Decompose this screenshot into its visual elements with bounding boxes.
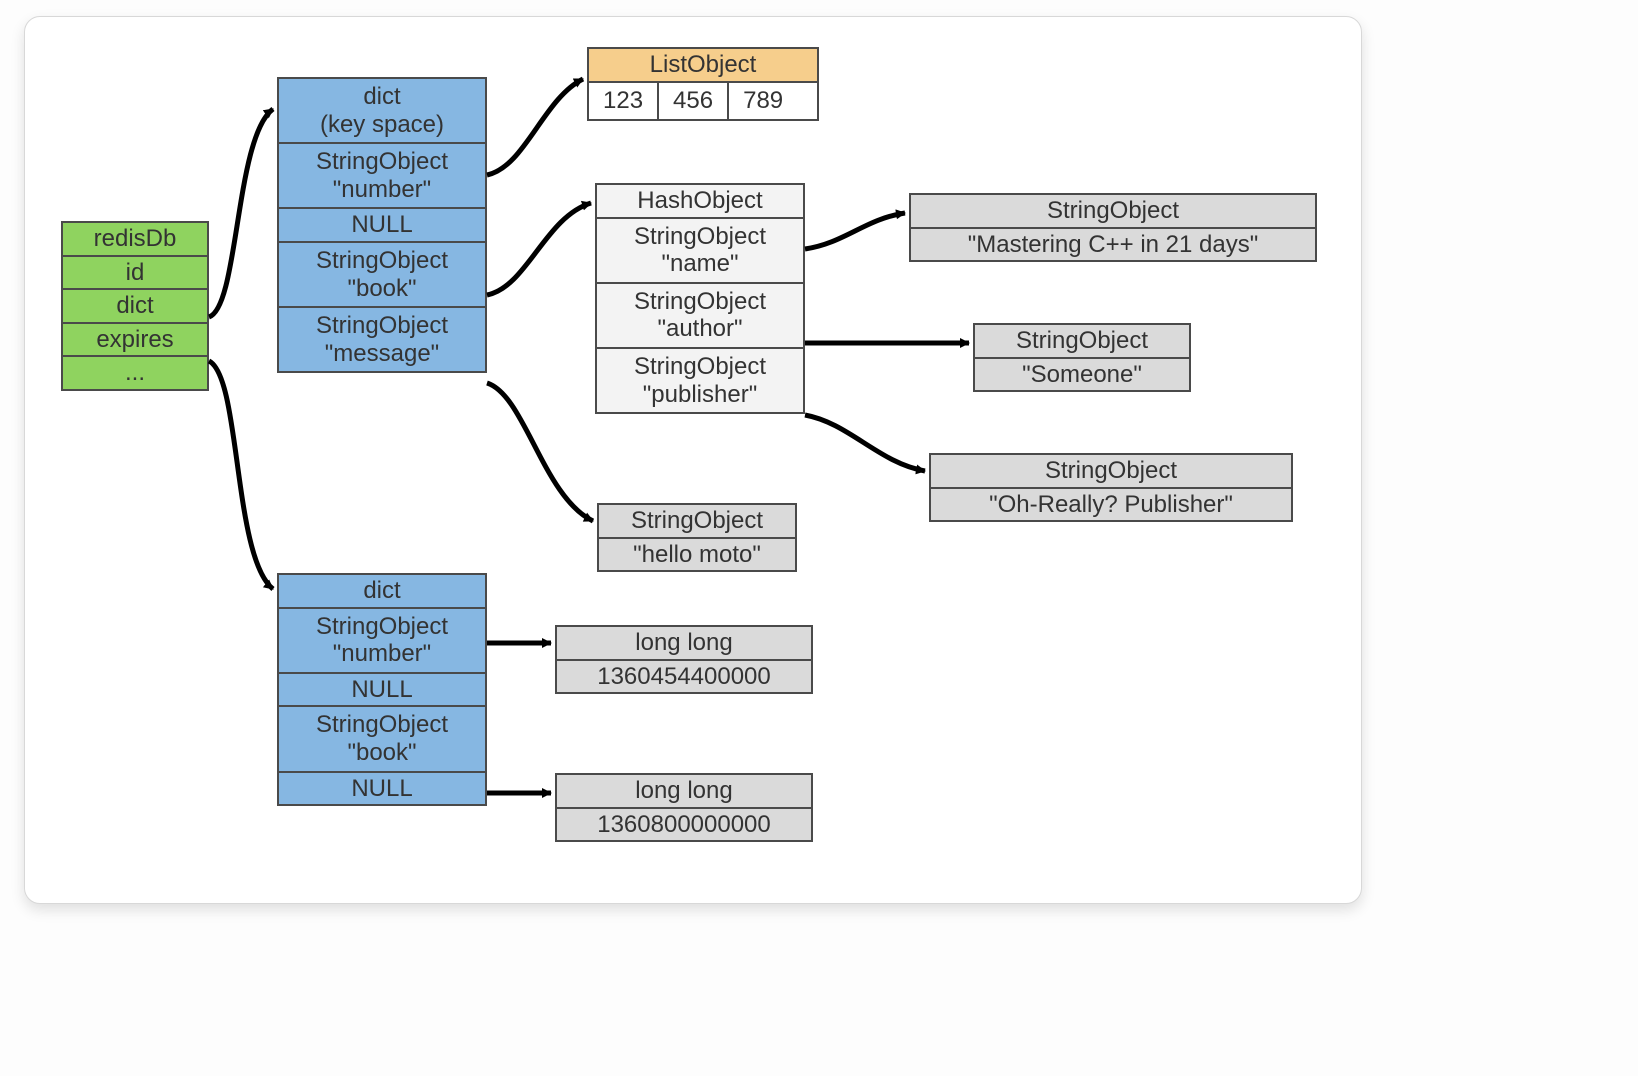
message-string-type: StringObject	[599, 505, 795, 539]
hashvalue-name-type: StringObject	[911, 195, 1315, 229]
hashobject-field-name: StringObject "name"	[597, 219, 803, 284]
listobject-item-1: 456	[659, 83, 729, 119]
expires-entry-null1: NULL	[279, 674, 485, 708]
listobject-title: ListObject	[589, 49, 817, 83]
expires-book-type: long long	[557, 775, 811, 809]
listobject-items: 123 456 789	[589, 83, 817, 119]
hashobject-field-publisher: StringObject "publisher"	[597, 349, 803, 412]
expires-book-value: 1360800000000	[557, 809, 811, 841]
redisdb-field-more: ...	[63, 357, 207, 389]
redisdb-field-expires: expires	[63, 324, 207, 358]
hashobject-field-author: StringObject "author"	[597, 284, 803, 349]
expires-entry-null2: NULL	[279, 773, 485, 805]
redisdb-block: redisDb id dict expires ...	[61, 221, 209, 391]
message-string-value: "hello moto"	[599, 539, 795, 571]
hashvalue-name-block: StringObject "Mastering C++ in 21 days"	[909, 193, 1317, 262]
keyspace-dict-block: dict (key space) StringObject "number" N…	[277, 77, 487, 373]
expires-number-type: long long	[557, 627, 811, 661]
expires-dict-block: dict StringObject "number" NULL StringOb…	[277, 573, 487, 806]
expires-book-block: long long 1360800000000	[555, 773, 813, 842]
redisdb-field-dict: dict	[63, 290, 207, 324]
hashvalue-name-value: "Mastering C++ in 21 days"	[911, 229, 1315, 261]
redisdb-field-id: id	[63, 257, 207, 291]
expires-dict-title: dict	[279, 575, 485, 609]
hashvalue-publisher-type: StringObject	[931, 455, 1291, 489]
keyspace-entry-book: StringObject "book"	[279, 243, 485, 308]
hashobject-title: HashObject	[597, 185, 803, 219]
hashvalue-author-block: StringObject "Someone"	[973, 323, 1191, 392]
redisdb-title: redisDb	[63, 223, 207, 257]
hashvalue-publisher-block: StringObject "Oh-Really? Publisher"	[929, 453, 1293, 522]
hashvalue-author-value: "Someone"	[975, 359, 1189, 391]
hashvalue-author-type: StringObject	[975, 325, 1189, 359]
listobject-block: ListObject 123 456 789	[587, 47, 819, 121]
keyspace-entry-message: StringObject "message"	[279, 308, 485, 371]
hashobject-block: HashObject StringObject "name" StringObj…	[595, 183, 805, 414]
message-string-block: StringObject "hello moto"	[597, 503, 797, 572]
keyspace-title: dict (key space)	[279, 79, 485, 144]
expires-entry-book: StringObject "book"	[279, 707, 485, 772]
keyspace-entry-null: NULL	[279, 209, 485, 243]
expires-entry-number: StringObject "number"	[279, 609, 485, 674]
expires-number-value: 1360454400000	[557, 661, 811, 693]
hashvalue-publisher-value: "Oh-Really? Publisher"	[931, 489, 1291, 521]
listobject-item-2: 789	[729, 83, 797, 119]
expires-number-block: long long 1360454400000	[555, 625, 813, 694]
diagram-canvas: redisDb id dict expires ... dict (key sp…	[24, 16, 1362, 904]
listobject-item-0: 123	[589, 83, 659, 119]
keyspace-entry-number: StringObject "number"	[279, 144, 485, 209]
